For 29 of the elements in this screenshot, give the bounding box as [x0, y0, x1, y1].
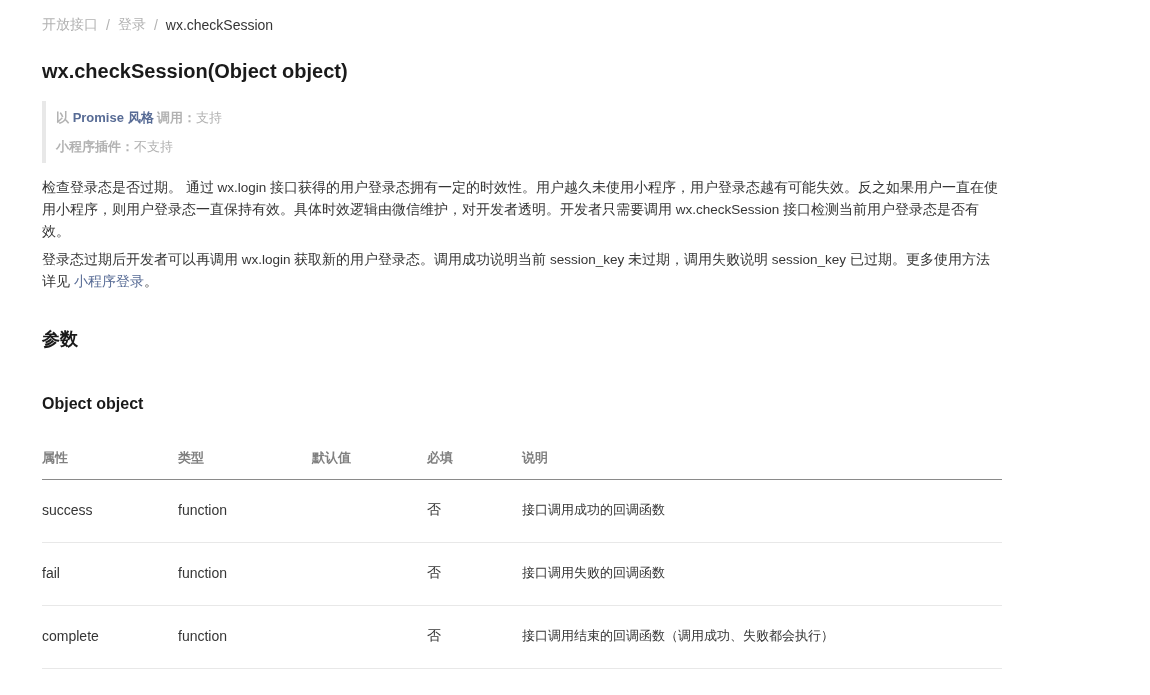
note-line: 以 Promise 风格 调用：支持 — [56, 109, 224, 127]
section-heading: 参数 — [42, 328, 79, 351]
table-cell: fail — [42, 564, 60, 581]
table-cell: 否 — [427, 563, 441, 580]
table-cell: function — [178, 564, 228, 581]
promise-style-link[interactable]: Promise 风格 — [72, 110, 154, 125]
description-paragraph: 检查登录态是否过期。 通过 wx.login 接口获得的用户登录态拥有一定的时效性。用户越久未使用小程序，用户登录态越有可能失效。反之如果用户一直在使用小程序，则用户登录态一直保持有效。具体时效逻辑由微信维护，对开发者透明。开发者只需要调用 wx.checkSession 接口检测当前用户登录态是否有效。 — [42, 179, 1000, 241]
column-header: 必填 — [427, 439, 522, 480]
description-paragraph: 登录态过期后开发者可以再调用 wx.login 获取新的用户登录态。调用成功说明当前 session_key 未过期，调用失败说明 session_key 已过期。更多使用方法详见 小程序登录。 — [42, 251, 991, 291]
table-cell: 否 — [427, 500, 441, 517]
table-cell: 接口调用结束的回调函数（调用成功、失败都会执行） — [522, 627, 834, 643]
breadcrumb-separator: / — [153, 17, 158, 33]
column-header: 说明 — [522, 439, 1002, 480]
table-cell: function — [178, 501, 228, 518]
table-cell: 接口调用成功的回调函数 — [522, 501, 665, 517]
column-header: 属性 — [42, 439, 178, 480]
mini-program-login-link[interactable]: 小程序登录 — [73, 274, 144, 289]
breadcrumb-current: wx.checkSession — [165, 17, 274, 33]
table-cell: function — [178, 627, 228, 644]
table-cell: complete — [42, 627, 99, 644]
table-cell: 接口调用失败的回调函数 — [522, 564, 665, 580]
table-cell: success — [42, 501, 93, 518]
column-header: 类型 — [178, 439, 312, 480]
breadcrumb-separator: / — [106, 17, 110, 33]
column-header: 默认值 — [312, 439, 427, 480]
page-title: wx.checkSession(Object object) — [42, 60, 349, 83]
table-cell: 否 — [427, 626, 441, 643]
subsection-heading: Object object — [42, 395, 145, 413]
note-line: 小程序插件：不支持 — [56, 138, 174, 156]
